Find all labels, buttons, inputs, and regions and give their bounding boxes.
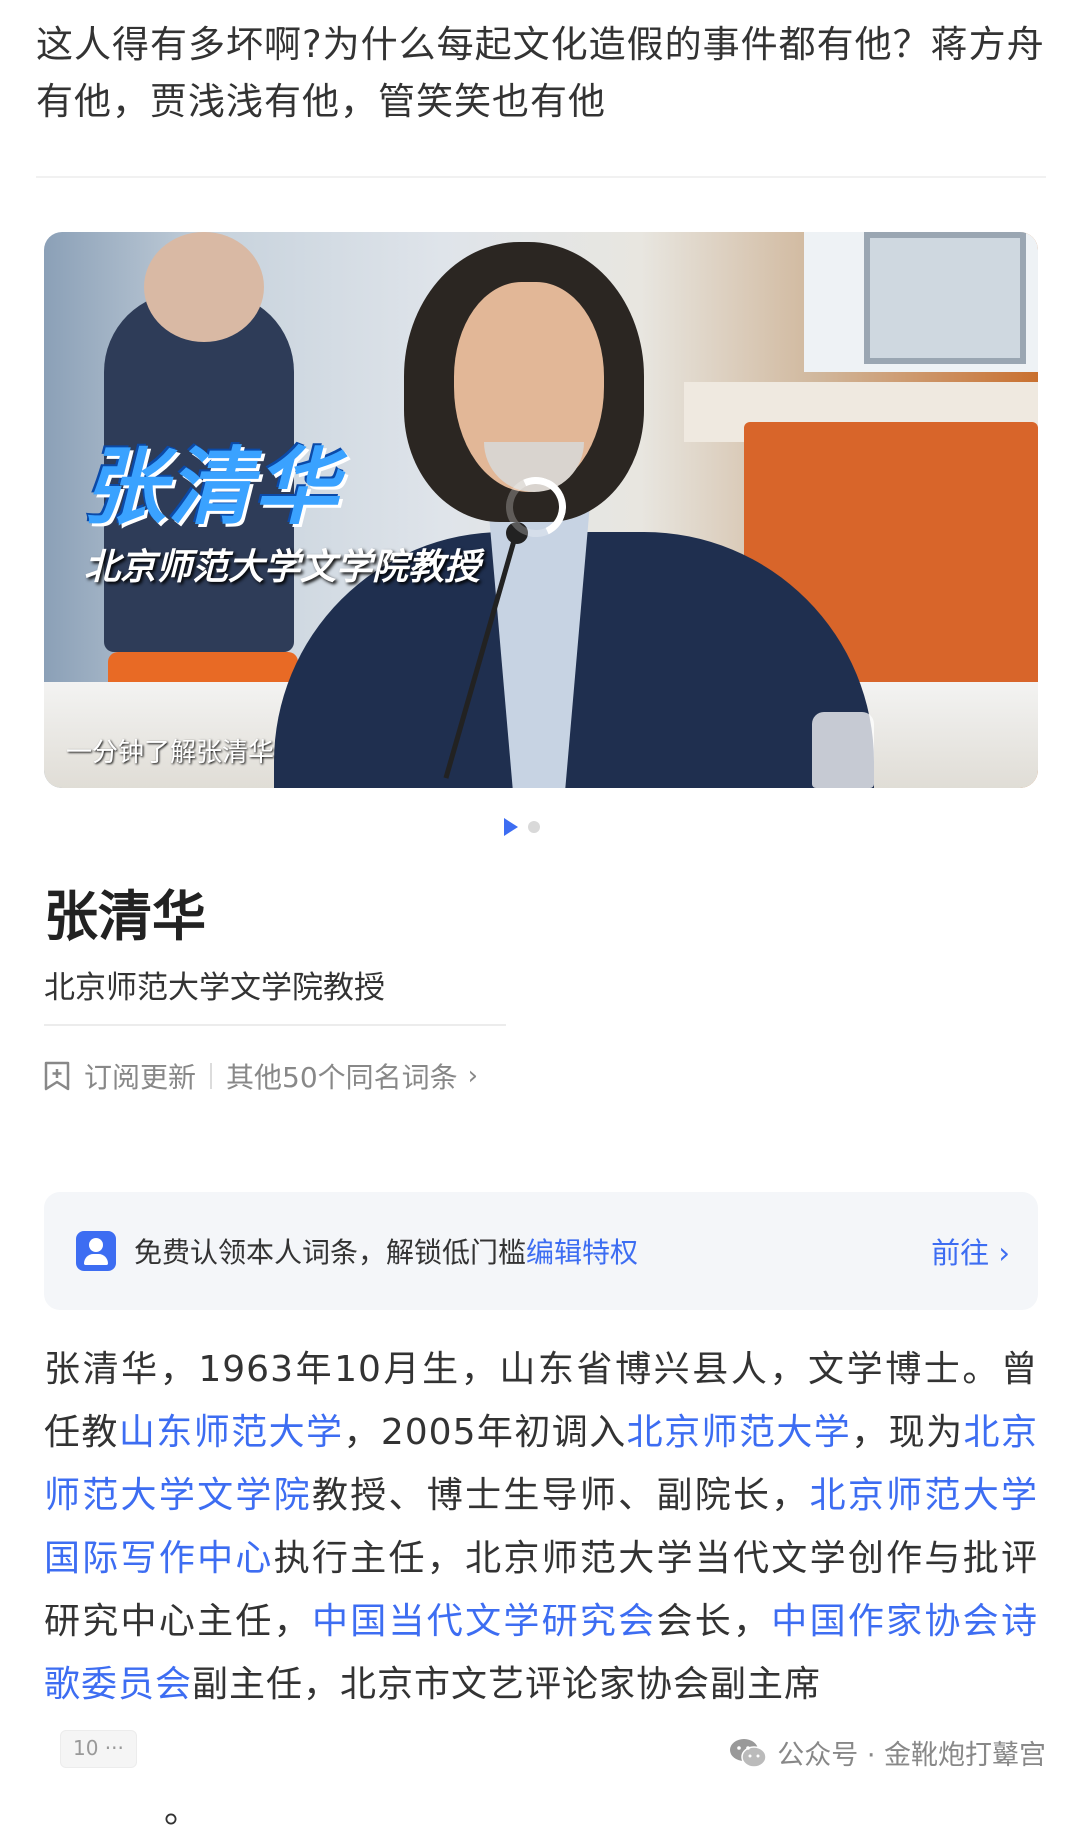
same-name-entries-link[interactable]: 其他50个同名词条 [226, 1056, 458, 1096]
bookmark-plus-icon[interactable] [44, 1061, 70, 1091]
entry-subtitle: 北京师范大学文学院教授 [44, 970, 385, 1006]
claim-entry-banner[interactable]: 免费认领本人词条，解锁低门槛编辑特权 前往 › [44, 1192, 1038, 1310]
person-icon [76, 1231, 116, 1271]
action-divider [210, 1063, 213, 1089]
video-overlay-name: 张清华 [82, 438, 341, 536]
play-icon[interactable] [504, 818, 518, 836]
background-window-frame [864, 232, 1026, 364]
video-overlay-title: 北京师范大学文学院教授 [84, 547, 481, 588]
go-button[interactable]: 前往 › [931, 1230, 1010, 1272]
watermark: 公众号 · 金靴炮打鼙宫 [729, 1733, 1046, 1772]
link-contemporary-literature-society[interactable]: 中国当代文学研究会 [312, 1601, 657, 1642]
summary-text: 副主任，北京市文艺评论家协会副主席 [192, 1664, 822, 1705]
subscribe-button[interactable]: 订阅更新 [84, 1056, 196, 1096]
watermark-text: 公众号 · 金靴炮打鼙宫 [777, 1740, 1046, 1771]
end-mark: 。 [164, 1790, 202, 1831]
edit-privilege-link[interactable]: 编辑特权 [526, 1236, 638, 1269]
question-text: 这人得有多坏啊?为什么每起文化造假的事件都有他？蒋方舟有他，贾浅浅有他，管笑笑也… [36, 23, 1045, 123]
entry-actions: 订阅更新 其他50个同名词条 › [44, 1056, 478, 1096]
wechat-icon [730, 1738, 767, 1768]
claim-message: 免费认领本人词条，解锁低门槛 [134, 1236, 527, 1269]
go-label: 前往 [931, 1236, 990, 1270]
reference-badge[interactable]: 10 ··· [60, 1730, 137, 1768]
summary-text: ，2005年初调入 [343, 1412, 627, 1453]
summary-text: 教授、博士生导师、副院长， [311, 1475, 810, 1516]
divider [36, 176, 1046, 178]
water-bottle [812, 712, 874, 788]
video-caption: 一分钟了解张清华 [66, 738, 275, 768]
video-player[interactable]: 张清华 北京师范大学文学院教授 一分钟了解张清华 [44, 232, 1038, 788]
summary-text: ，现为 [851, 1412, 964, 1453]
entry-title: 张清华 [44, 885, 206, 948]
carousel-pager[interactable] [504, 818, 540, 836]
link-beijing-normal-university[interactable]: 北京师范大学 [627, 1412, 852, 1453]
summary-text: 会长， [656, 1601, 772, 1642]
background-person-head [144, 232, 264, 342]
separator [44, 1024, 506, 1026]
chevron-right-icon: › [998, 1236, 1010, 1270]
claim-text: 免费认领本人词条，解锁低门槛编辑特权 [134, 1231, 638, 1271]
chevron-right-icon: › [467, 1061, 479, 1091]
link-shandong-normal-university[interactable]: 山东师范大学 [119, 1412, 344, 1453]
pager-dot[interactable] [528, 821, 540, 833]
